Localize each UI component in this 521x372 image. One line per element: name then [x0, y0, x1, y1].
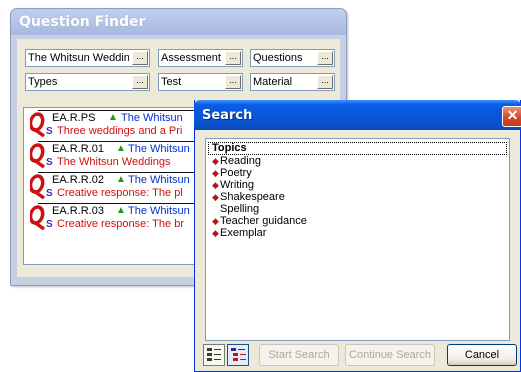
bullet-icon: ◆ [212, 228, 219, 238]
question-code: EA.R.R.01 [52, 143, 104, 155]
triangle-icon: ▲ [116, 174, 126, 185]
start-search-button[interactable]: Start Search [259, 344, 339, 366]
assessment-filter[interactable]: Assessment ... [158, 49, 243, 67]
question-text-title: The Whitsun [121, 112, 183, 124]
tree-view-icon[interactable] [227, 344, 249, 366]
assessment-filter-value: Assessment [161, 52, 221, 64]
search-button-bar: Start Search Continue Search Cancel [203, 344, 517, 368]
topic-label: Exemplar [220, 227, 267, 239]
s-icon: S [46, 188, 53, 199]
types-filter[interactable]: Types ... [25, 73, 150, 91]
questions-filter-value: Questions [253, 52, 303, 64]
topics-header[interactable]: Topics [208, 142, 507, 155]
material-filter[interactable]: Material ... [250, 73, 335, 91]
question-finder-title: Question Finder [19, 14, 146, 30]
topic-item-exemplar[interactable]: ◆Exemplar [212, 227, 266, 240]
questions-filter[interactable]: Questions ... [250, 49, 335, 67]
assessment-filter-browse-button[interactable]: ... [225, 51, 241, 65]
test-filter-value: Test [161, 76, 182, 88]
question-code: EA.R.PS [52, 112, 96, 124]
bullet-icon: ◆ [212, 192, 219, 202]
question-description: The Whitsun Weddings [57, 156, 171, 168]
question-text-title: The Whitsun [128, 205, 190, 217]
text-filter-browse-button[interactable]: ... [132, 51, 148, 65]
topic-label: Writing [220, 179, 255, 191]
question-finder-titlebar[interactable]: Question Finder [11, 9, 346, 35]
cancel-button[interactable]: Cancel [447, 344, 517, 366]
question-description: Three weddings and a Pri [57, 125, 183, 137]
triangle-icon: ▲ [116, 143, 126, 154]
question-description: Creative response: The pl [57, 187, 183, 199]
topic-label: Teacher guidance [220, 215, 307, 227]
triangle-icon: ▲ [108, 112, 118, 123]
question-code: EA.R.R.03 [52, 205, 104, 217]
bullet-icon: ◆ [212, 180, 219, 190]
triangle-icon: ▲ [116, 205, 126, 216]
question-description: Creative response: The br [57, 218, 184, 230]
text-filter-value: The Whitsun Weddings [28, 52, 129, 64]
topic-label: Reading [220, 155, 261, 167]
types-filter-value: Types [28, 76, 58, 88]
types-filter-browse-button[interactable]: ... [132, 75, 148, 89]
question-code: EA.R.R.02 [52, 174, 104, 186]
text-filter[interactable]: The Whitsun Weddings ... [25, 49, 150, 67]
s-icon: S [46, 157, 53, 168]
material-filter-browse-button[interactable]: ... [317, 75, 333, 89]
bullet-icon: ◆ [212, 168, 219, 178]
continue-search-button[interactable]: Continue Search [345, 344, 435, 366]
topics-header-label: Topics [212, 142, 247, 154]
material-filter-value: Material [253, 76, 293, 88]
topics-tree[interactable]: Topics ◆Reading ◆Poetry ◆Writing ◆Shakes… [205, 138, 510, 341]
s-icon: S [46, 219, 53, 230]
topic-label: Poetry [220, 167, 252, 179]
test-filter[interactable]: Test ... [158, 73, 243, 91]
topic-label: Spelling [220, 203, 260, 215]
search-title: Search [202, 108, 253, 123]
questions-filter-browse-button[interactable]: ... [317, 51, 333, 65]
s-icon: S [46, 126, 53, 137]
list-view-icon[interactable] [203, 344, 225, 366]
question-text-title: The Whitsun [128, 143, 190, 155]
close-icon[interactable]: ✕ [502, 106, 521, 127]
topic-label: Shakespeare [220, 191, 285, 203]
question-text-title: The Whitsun [128, 174, 190, 186]
bullet-icon: ◆ [212, 156, 219, 166]
bullet-icon: ◆ [212, 216, 219, 226]
test-filter-browse-button[interactable]: ... [225, 75, 241, 89]
search-dialog: Search ✕ Topics ◆Reading ◆Poetry ◆Writin… [194, 100, 521, 372]
search-titlebar[interactable]: Search ✕ [194, 100, 521, 130]
